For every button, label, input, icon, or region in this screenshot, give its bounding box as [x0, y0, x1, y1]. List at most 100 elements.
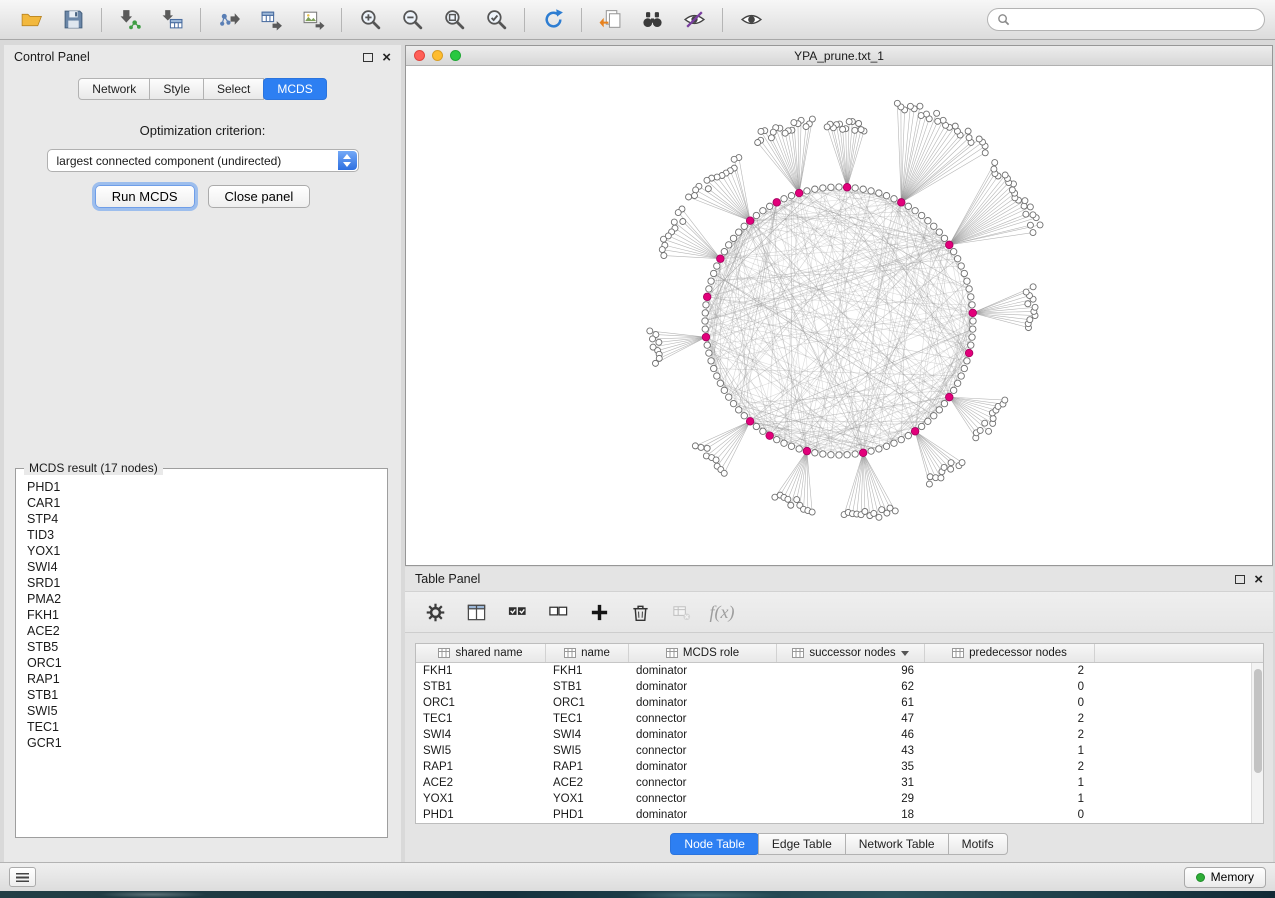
- sort-indicator-icon: [901, 651, 909, 656]
- mcds-result-item[interactable]: TEC1: [27, 719, 379, 735]
- mcds-result-item[interactable]: GCR1: [27, 735, 379, 751]
- mcds-result-item[interactable]: FKH1: [27, 607, 379, 623]
- window-minimize-button[interactable]: [432, 50, 443, 61]
- export-image-button[interactable]: [292, 4, 334, 36]
- window-zoom-button[interactable]: [450, 50, 461, 61]
- import-table-disabled-button[interactable]: [667, 598, 695, 626]
- table-row[interactable]: FKH1FKH1dominator962: [416, 663, 1251, 679]
- mcds-result-item[interactable]: PMA2: [27, 591, 379, 607]
- first-neighbors-button[interactable]: [631, 4, 673, 36]
- tab-select[interactable]: Select: [203, 78, 264, 100]
- mcds-result-item[interactable]: STB1: [27, 687, 379, 703]
- table-row[interactable]: TEC1TEC1connector472: [416, 711, 1251, 727]
- mcds-result-list[interactable]: PHD1CAR1STP4TID3YOX1SWI4SRD1PMA2FKH1ACE2…: [27, 479, 379, 829]
- window-close-button[interactable]: [414, 50, 425, 61]
- table-row[interactable]: STB1STB1dominator620: [416, 679, 1251, 695]
- close-panel-icon[interactable]: ×: [382, 50, 391, 65]
- table-row[interactable]: ACE2ACE2connector311: [416, 775, 1251, 791]
- show-columns-button[interactable]: [462, 598, 490, 626]
- show-all-button[interactable]: [730, 4, 772, 36]
- create-column-button[interactable]: [585, 598, 613, 626]
- open-session-button[interactable]: [10, 4, 52, 36]
- run-mcds-button[interactable]: Run MCDS: [95, 185, 195, 208]
- table-panel-tabs: Node TableEdge TableNetwork TableMotifs: [405, 833, 1273, 855]
- export-network-button[interactable]: [208, 4, 250, 36]
- plus-icon: [589, 602, 610, 623]
- mcds-result-item[interactable]: TID3: [27, 527, 379, 543]
- mcds-result-item[interactable]: SRD1: [27, 575, 379, 591]
- zoom-out-button[interactable]: [391, 4, 433, 36]
- table-row[interactable]: PHD1PHD1dominator180: [416, 807, 1251, 823]
- float-table-panel-icon[interactable]: [1235, 575, 1245, 584]
- column-header-predecessor-nodes[interactable]: predecessor nodes: [925, 644, 1095, 662]
- zoom-in-button[interactable]: [349, 4, 391, 36]
- column-header-successor-nodes[interactable]: successor nodes: [777, 644, 925, 662]
- trash-icon: [630, 602, 651, 623]
- import-table-from-file-button[interactable]: [151, 4, 193, 36]
- eye-slash-icon: [683, 8, 706, 31]
- column-header-MCDS-role[interactable]: MCDS role: [629, 644, 777, 662]
- export-table-button[interactable]: [250, 4, 292, 36]
- deselect-all-rows-button[interactable]: [544, 598, 572, 626]
- tab-style[interactable]: Style: [149, 78, 204, 100]
- zoom-selected-button[interactable]: [475, 4, 517, 36]
- zoom-out-icon: [401, 8, 424, 31]
- table-panel-header: Table Panel ×: [405, 567, 1273, 591]
- mcds-result-item[interactable]: RAP1: [27, 671, 379, 687]
- memory-button[interactable]: Memory: [1184, 867, 1266, 888]
- disabled-table-icon: [671, 602, 692, 623]
- scrollbar-thumb[interactable]: [1254, 669, 1262, 773]
- column-type-icon: [952, 647, 964, 659]
- toolbar-separator: [581, 8, 582, 32]
- table-scrollbar[interactable]: [1251, 663, 1263, 823]
- tab-motifs[interactable]: Motifs: [948, 833, 1008, 855]
- import-network-from-file-button[interactable]: [109, 4, 151, 36]
- network-canvas[interactable]: [406, 66, 1272, 565]
- tab-mcds[interactable]: MCDS: [263, 78, 326, 100]
- close-table-panel-icon[interactable]: ×: [1254, 572, 1263, 587]
- select-all-rows-button[interactable]: [503, 598, 531, 626]
- delete-column-button[interactable]: [626, 598, 654, 626]
- folder-open-icon: [20, 8, 43, 31]
- table-row[interactable]: YOX1YOX1connector291: [416, 791, 1251, 807]
- tab-network-table[interactable]: Network Table: [845, 833, 949, 855]
- mcds-result-item[interactable]: PHD1: [27, 479, 379, 495]
- zoom-fit-content-button[interactable]: [433, 4, 475, 36]
- mcds-result-item[interactable]: ORC1: [27, 655, 379, 671]
- table-row[interactable]: SWI5SWI5connector431: [416, 743, 1251, 759]
- new-network-from-selection-button[interactable]: [589, 4, 631, 36]
- column-type-icon: [792, 647, 804, 659]
- save-session-button[interactable]: [52, 4, 94, 36]
- apply-preferred-layout-button[interactable]: [532, 4, 574, 36]
- optimization-criterion-select[interactable]: largest connected component (undirected): [47, 149, 359, 172]
- control-panel-title: Control Panel: [14, 50, 90, 64]
- tab-network[interactable]: Network: [78, 78, 150, 100]
- table-row[interactable]: SWI4SWI4dominator462: [416, 727, 1251, 743]
- table-settings-button[interactable]: [421, 598, 449, 626]
- mcds-result-item[interactable]: YOX1: [27, 543, 379, 559]
- main-toolbar: [0, 0, 1275, 40]
- mcds-result-item[interactable]: ACE2: [27, 623, 379, 639]
- control-panel: Control Panel × NetworkStyleSelectMCDS O…: [4, 45, 401, 862]
- table-row[interactable]: ORC1ORC1dominator610: [416, 695, 1251, 711]
- mcds-result-item[interactable]: SWI4: [27, 559, 379, 575]
- function-builder-button[interactable]: f(x): [708, 598, 736, 626]
- search-input[interactable]: [1016, 13, 1255, 27]
- mcds-result-item[interactable]: SWI5: [27, 703, 379, 719]
- close-mcds-panel-button[interactable]: Close panel: [208, 185, 311, 208]
- column-header-name[interactable]: name: [546, 644, 629, 662]
- toolbar-separator: [524, 8, 525, 32]
- network-window-titlebar[interactable]: YPA_prune.txt_1: [406, 46, 1272, 66]
- search-box[interactable]: [987, 8, 1265, 31]
- column-header-shared-name[interactable]: shared name: [416, 644, 546, 662]
- float-panel-icon[interactable]: [363, 53, 373, 62]
- mcds-result-item[interactable]: CAR1: [27, 495, 379, 511]
- mcds-result-item[interactable]: STP4: [27, 511, 379, 527]
- tab-edge-table[interactable]: Edge Table: [758, 833, 846, 855]
- tab-node-table[interactable]: Node Table: [670, 833, 759, 855]
- table-row[interactable]: RAP1RAP1dominator352: [416, 759, 1251, 775]
- dropdown-selected-value: largest connected component (undirected): [57, 154, 282, 168]
- mcds-result-item[interactable]: STB5: [27, 639, 379, 655]
- status-menu-button[interactable]: [9, 867, 36, 887]
- hide-selected-button[interactable]: [673, 4, 715, 36]
